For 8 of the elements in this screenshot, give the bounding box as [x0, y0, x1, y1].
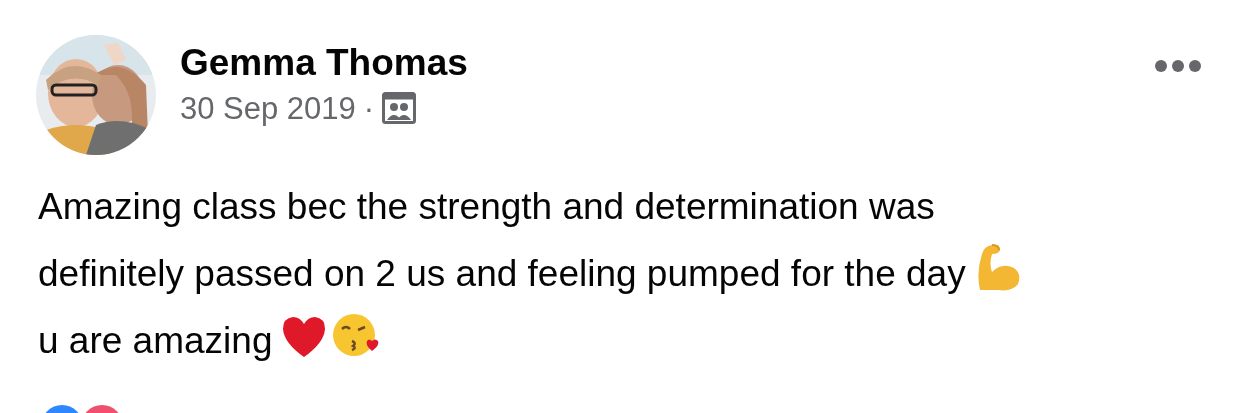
post-date[interactable]: 30 Sep 2019: [180, 89, 356, 127]
post-text-line: definitely passed on 2 us and feeling pumped for the day: [38, 253, 966, 294]
author-name[interactable]: Gemma Thomas: [180, 43, 1154, 84]
more-options-icon[interactable]: [1154, 59, 1202, 73]
post-text-line: u are amazing: [38, 320, 273, 361]
post-text-line: Amazing class bec the strength and determination was: [38, 186, 935, 227]
friends-icon: [382, 92, 417, 125]
separator: ·: [363, 89, 375, 127]
